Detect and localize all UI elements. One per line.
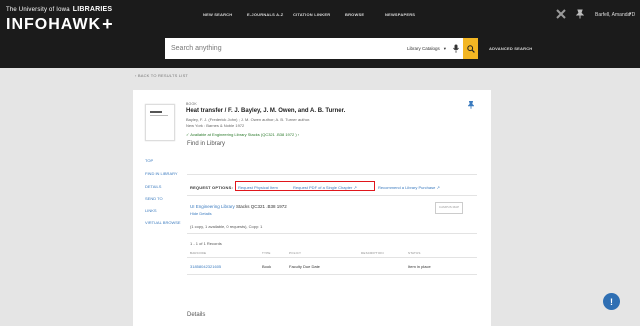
- logo-plus: +: [102, 14, 114, 34]
- logo-university-line: The University of Iowa LIBRARIES: [6, 6, 114, 13]
- records-count: 1 - 1 of 1 Records: [190, 241, 222, 246]
- item-type: Book: [262, 264, 272, 269]
- copies-summary: (1 copy, 1 available, 0 requests), Copy:…: [190, 224, 263, 229]
- cover-subtitle-line: [150, 115, 168, 116]
- details-heading: Details: [187, 312, 206, 318]
- help-button[interactable]: !: [603, 293, 620, 310]
- record-publisher: New York : Barnes & Noble 1972: [186, 123, 245, 128]
- search-button[interactable]: [463, 38, 478, 59]
- cover-title-line: [150, 111, 162, 113]
- top-header: The University of Iowa LIBRARIES INFOHAW…: [0, 0, 640, 68]
- scope-chevron-down-icon[interactable]: ▾: [444, 46, 446, 52]
- logo-university: The University of Iowa: [6, 6, 70, 13]
- nav-citation-linker[interactable]: CITATION LINKER: [293, 12, 330, 17]
- infohawk-logo[interactable]: The University of Iowa LIBRARIES INFOHAW…: [6, 6, 114, 35]
- search-icon: [466, 44, 475, 53]
- item-policy: Faculty Due Date: [289, 264, 320, 269]
- campus-map-button[interactable]: CAMPUS MAP: [435, 202, 463, 214]
- find-in-library-heading: Find in Library: [187, 141, 226, 147]
- search-input[interactable]: Search anything: [171, 45, 407, 52]
- book-cover-thumbnail[interactable]: [145, 104, 175, 141]
- nav-browse[interactable]: BROWSE: [345, 12, 364, 17]
- campus-map-label: CAMPUS MAP: [438, 205, 460, 210]
- holding-location: UI Engineering Library Stacks QC321 .B38…: [190, 204, 287, 209]
- exclamation-icon: !: [610, 296, 613, 307]
- recommend-purchase-link[interactable]: Recommend a Library Purchase ↗: [378, 185, 440, 190]
- puzzle-icon[interactable]: [556, 9, 566, 21]
- divider: [187, 274, 477, 275]
- search-scope-select[interactable]: Library Catalogs: [407, 46, 440, 51]
- request-pdf-chapter-link[interactable]: Request PDF of a Single Chapter ↗: [293, 185, 357, 190]
- col-header-barcode: BARCODE: [190, 251, 207, 255]
- chevron-down-icon[interactable]: ▾: [629, 11, 632, 17]
- item-barcode[interactable]: 31858042321605: [190, 264, 221, 269]
- pin-record-icon[interactable]: [467, 101, 475, 111]
- logo-libraries: LIBRARIES: [72, 6, 113, 13]
- logo-brand-text: INFOHAWK: [6, 15, 102, 33]
- logo-brand: INFOHAWK +: [6, 14, 114, 35]
- record-card: BOOK Heat transfer / F. J. Bayley, J. M.…: [133, 90, 491, 326]
- microphone-icon[interactable]: [451, 38, 461, 59]
- sidebar-item-virtual-browse[interactable]: VIRTUAL BROWSE: [145, 220, 181, 225]
- sidebar-item-top[interactable]: TOP: [145, 158, 153, 163]
- pin-icon[interactable]: [575, 9, 585, 21]
- availability-status[interactable]: ✓ Available at Engineering Library Stack…: [186, 132, 299, 137]
- nav-ejournals[interactable]: E-JOURNALS A-Z: [247, 12, 283, 17]
- nav-newspapers[interactable]: NEWSPAPERS: [385, 12, 415, 17]
- location-call-number: Stacks QC321 .B38 1972: [234, 204, 287, 209]
- location-library-link[interactable]: UI Engineering Library: [190, 204, 235, 209]
- col-header-status: STATUS: [408, 251, 421, 255]
- request-physical-item-link[interactable]: Request Physical Item: [238, 185, 278, 190]
- sidebar-item-links[interactable]: LINKS: [145, 208, 157, 213]
- divider: [187, 195, 477, 196]
- col-header-policy: POLICY: [289, 251, 302, 255]
- record-title[interactable]: Heat transfer / F. J. Bayley, J. M. Owen…: [186, 108, 345, 114]
- divider: [187, 233, 477, 234]
- sidebar-item-find-in-library[interactable]: FIND IN LIBRARY: [145, 171, 178, 176]
- back-to-results-link[interactable]: ‹ BACK TO RESULTS LIST: [135, 73, 188, 78]
- search-bar: Search anything Library Catalogs ▾: [165, 38, 478, 59]
- request-options-label: REQUEST OPTIONS:: [190, 185, 233, 190]
- divider: [187, 174, 477, 175]
- record-type: BOOK: [186, 102, 197, 106]
- advanced-search-link[interactable]: ADVANCED SEARCH: [489, 46, 532, 51]
- col-header-type: TYPE: [262, 251, 271, 255]
- nav-new-search[interactable]: NEW SEARCH: [203, 12, 232, 17]
- sidebar-item-send-to[interactable]: SEND TO: [145, 196, 163, 201]
- hide-details-link[interactable]: Hide Details: [190, 211, 212, 216]
- item-status: Item in place: [408, 264, 431, 269]
- col-header-description: DESCRIPTION: [361, 251, 384, 255]
- divider: [187, 257, 477, 258]
- sidebar-item-details[interactable]: DETAILS: [145, 184, 161, 189]
- record-authors: Bayley, F. J. (Frederick John) ; J. M. O…: [186, 117, 311, 122]
